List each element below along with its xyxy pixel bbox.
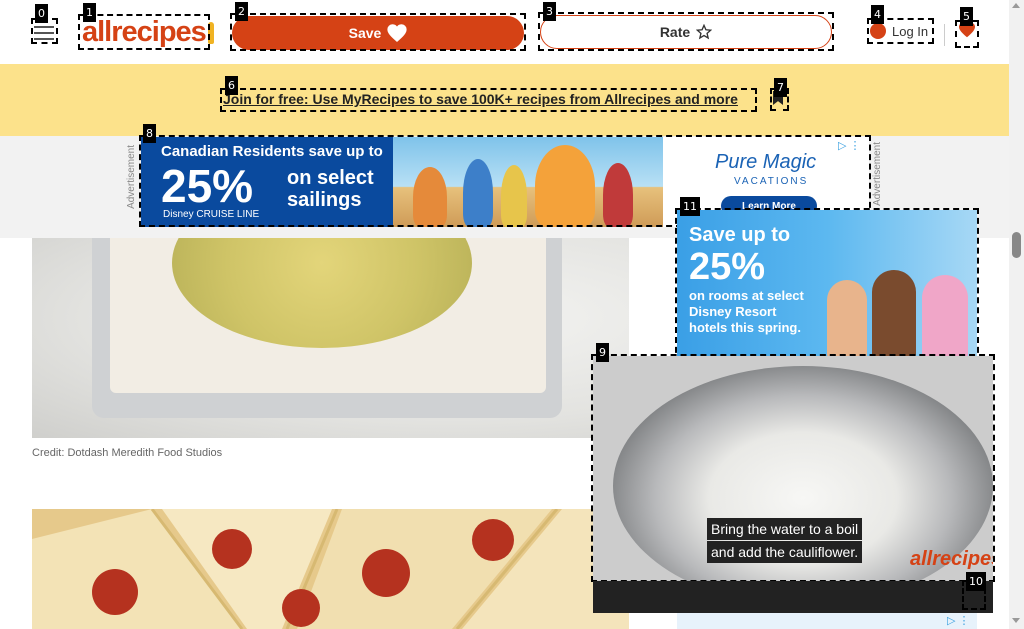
- header-divider: [944, 24, 945, 46]
- sidebar-ad-line1: Save up to: [689, 224, 791, 246]
- sidebar-ad-offer: on rooms at select Disney Resort hotels …: [689, 288, 804, 335]
- ad-photo-scene: [393, 137, 663, 227]
- ad-blue-panel: Canadian Residents save up to 25% on sel…: [141, 137, 393, 227]
- som-tag-6: 6: [225, 76, 238, 95]
- recipe-photo-crust: [32, 238, 629, 438]
- ad-partner: Pure Magic: [715, 151, 817, 173]
- page-scrollbar[interactable]: [1009, 0, 1024, 629]
- photo-credit: Credit: Dotdash Meredith Food Studios: [32, 447, 223, 459]
- adchoices-icon[interactable]: ▷ ⋮: [838, 139, 861, 152]
- scrollbar-thumb[interactable]: [1012, 232, 1021, 258]
- ad-headline: Canadian Residents save up to: [161, 143, 383, 160]
- star-icon: [696, 24, 713, 40]
- logo-text: allrecipes: [82, 16, 207, 48]
- sidebar-ad-percent: 25%: [689, 246, 766, 288]
- save-label: Save: [348, 25, 382, 41]
- rate-label: Rate: [659, 24, 691, 40]
- video-caption-line2: and add the cauliflower.: [707, 541, 863, 563]
- bottom-ad[interactable]: ▷ ⋮: [677, 613, 977, 629]
- allrecipes-logo[interactable]: allrecipes: [82, 16, 214, 49]
- som-tag-2: 2: [235, 2, 248, 21]
- save-button[interactable]: Save: [232, 16, 524, 50]
- som-tag-3: 3: [543, 2, 556, 21]
- hamburger-menu-icon[interactable]: [34, 22, 54, 40]
- recipe-photo-pizza: [32, 509, 629, 629]
- sidebar-ad-photo: [817, 250, 977, 370]
- som-tag-8: 8: [143, 124, 156, 143]
- video-caption-line1: Bring the water to a boil: [707, 518, 863, 540]
- ad-label-right: Advertisement: [872, 142, 883, 206]
- ad-brand: Disney CRUISE LINE: [163, 209, 260, 220]
- video-control-bar[interactable]: [593, 581, 993, 613]
- som-tag-9: 9: [596, 343, 609, 362]
- adchoices-icon-bottom[interactable]: ▷ ⋮: [947, 614, 970, 627]
- som-tag-1: 1: [83, 3, 96, 22]
- user-avatar-icon: [870, 23, 886, 39]
- ad-partner-sub: VACATIONS: [734, 176, 809, 187]
- heart-icon: [387, 24, 407, 42]
- ad-percent: 25%: [161, 160, 254, 212]
- join-free-link[interactable]: Join for free: Use MyRecipes to save 100…: [223, 91, 738, 107]
- som-tag-0: 0: [35, 4, 48, 23]
- som-tag-5: 5: [960, 7, 973, 26]
- som-tag-7: 7: [774, 78, 787, 97]
- video-brand-watermark: allrecipes: [910, 548, 993, 570]
- spoon-icon: [207, 22, 214, 45]
- ad-label-left: Advertisement: [126, 145, 137, 209]
- som-tag-4: 4: [871, 5, 884, 24]
- ad-offer: on select sailings: [287, 167, 374, 211]
- scroll-down-arrow-icon[interactable]: [1012, 618, 1020, 623]
- som-tag-10: 10: [966, 572, 986, 591]
- login-label: Log In: [892, 23, 929, 39]
- scroll-up-arrow-icon[interactable]: [1012, 3, 1020, 8]
- som-tag-11: 11: [680, 197, 700, 216]
- rate-button[interactable]: Rate: [540, 15, 832, 49]
- login-link[interactable]: Log In: [870, 23, 928, 39]
